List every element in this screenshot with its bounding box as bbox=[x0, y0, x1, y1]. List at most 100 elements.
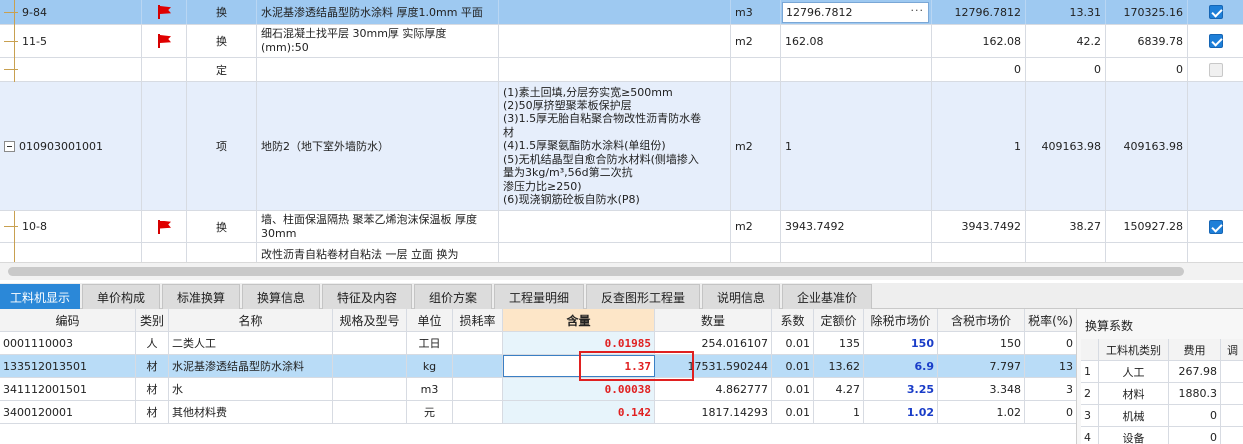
red-flag-icon bbox=[156, 34, 172, 48]
res-content-input[interactable]: 1.37 bbox=[503, 355, 655, 377]
row-feature[interactable]: (1)素土回填,分层夯实宽≥500mm (2)50厚挤塑聚苯板保护层 (3)1.… bbox=[499, 82, 731, 210]
row-checkbox[interactable] bbox=[1208, 34, 1223, 48]
coefficient-header: 工料机类别 费用 调 bbox=[1081, 339, 1243, 361]
row-checkbox[interactable] bbox=[1208, 219, 1223, 234]
res-in-tax-price: 150 bbox=[938, 332, 1025, 354]
col-code[interactable]: 编码 bbox=[0, 309, 136, 331]
col-in-tax-price[interactable]: 含税市场价 bbox=[938, 309, 1025, 331]
res-ex-tax-price[interactable]: 3.25 bbox=[864, 378, 938, 400]
col-category[interactable]: 类别 bbox=[136, 309, 169, 331]
res-quota-price: 13.62 bbox=[814, 355, 864, 377]
row-code: 10-8 bbox=[22, 220, 47, 233]
resource-row[interactable]: 0001110003 人 二类人工 工日 0.01985 254.016107 … bbox=[0, 332, 1076, 355]
row-checkbox[interactable] bbox=[1208, 5, 1223, 19]
row-name[interactable] bbox=[257, 58, 499, 81]
row-qty: 0 bbox=[932, 58, 1026, 81]
tab-conversion-info[interactable]: 换算信息 bbox=[242, 284, 320, 309]
tab-standard-conversion[interactable]: 标准换算 bbox=[162, 284, 240, 309]
tab-labor-material-machine[interactable]: 工料机显示 bbox=[0, 284, 80, 309]
grid-row-partial[interactable]: 改性沥青自粘卷材自粘法 一层 立面 换为 bbox=[0, 243, 1243, 262]
resource-row[interactable]: 341112001501 材 水 m3 0.00038 4.862777 0.0… bbox=[0, 378, 1076, 401]
row-qty-expr[interactable]: 1 bbox=[781, 82, 932, 210]
col-resource-type: 工料机类别 bbox=[1099, 339, 1169, 360]
row-feature[interactable] bbox=[499, 211, 731, 242]
col-quantity[interactable]: 数量 bbox=[655, 309, 772, 331]
resource-row[interactable]: 3400120001 材 其他材料费 元 0.142 1817.14293 0.… bbox=[0, 401, 1076, 424]
res-loss[interactable] bbox=[453, 401, 503, 423]
res-spec[interactable] bbox=[333, 355, 407, 377]
row-checkbox[interactable] bbox=[1208, 62, 1223, 77]
row-code: 010903001001 bbox=[19, 139, 103, 153]
grid-row-010903001001[interactable]: 010903001001 项 地防2（地下室外墙防水） (1)素土回填,分层夯实… bbox=[0, 82, 1243, 211]
res-spec[interactable] bbox=[333, 401, 407, 423]
col-tax-rate[interactable]: 税率(%) bbox=[1025, 309, 1076, 331]
horizontal-scrollbar[interactable] bbox=[0, 262, 1243, 280]
res-name: 水 bbox=[169, 378, 333, 400]
res-loss[interactable] bbox=[453, 355, 503, 377]
res-ex-tax-price[interactable]: 1.02 bbox=[864, 401, 938, 423]
res-tax-rate: 0 bbox=[1066, 405, 1073, 419]
coefficient-row[interactable]: 1 人工 267.98 bbox=[1081, 361, 1243, 383]
res-quota-price: 1 bbox=[814, 401, 864, 423]
col-coefficient[interactable]: 系数 bbox=[772, 309, 814, 331]
quantity-expression-input[interactable]: 12796.7812 ··· bbox=[782, 2, 929, 23]
row-name[interactable]: 水泥基渗透结晶型防水涂料 厚度1.0mm 平面 bbox=[257, 0, 499, 24]
col-unit[interactable]: 单位 bbox=[407, 309, 453, 331]
row-total: 170325.16 bbox=[1106, 0, 1188, 24]
tab-unit-price-composition[interactable]: 单价构成 bbox=[82, 284, 160, 309]
row-unit: m2 bbox=[731, 82, 781, 210]
res-unit: kg bbox=[407, 355, 453, 377]
res-loss[interactable] bbox=[453, 378, 503, 400]
res-ex-tax-price[interactable]: 6.9 bbox=[864, 355, 938, 377]
row-qty-expr[interactable]: 162.08 bbox=[781, 25, 932, 57]
res-spec[interactable] bbox=[333, 332, 407, 354]
res-ex-tax-price[interactable]: 150 bbox=[864, 332, 938, 354]
res-loss[interactable] bbox=[453, 332, 503, 354]
row-name[interactable]: 细石混凝土找平层 30mm厚 实际厚度(mm):50 bbox=[257, 25, 499, 57]
tab-quantity-detail[interactable]: 工程量明细 bbox=[494, 284, 584, 309]
grid-row-9-84[interactable]: 9-84 换 水泥基渗透结晶型防水涂料 厚度1.0mm 平面 m3 12796.… bbox=[0, 0, 1243, 25]
col-content[interactable]: 含量 bbox=[503, 309, 655, 331]
feature-line: 渗压力比≥250) bbox=[503, 179, 582, 193]
col-name[interactable]: 名称 bbox=[169, 309, 333, 331]
res-unit: 工日 bbox=[407, 332, 453, 354]
row-feature[interactable] bbox=[499, 25, 731, 57]
col-loss-rate[interactable]: 损耗率 bbox=[453, 309, 503, 331]
tab-features-content[interactable]: 特征及内容 bbox=[322, 284, 412, 309]
col-ex-tax-price[interactable]: 除税市场价 bbox=[864, 309, 938, 331]
row-name[interactable]: 地防2（地下室外墙防水） bbox=[257, 82, 499, 210]
row-qty: 12796.7812 bbox=[932, 0, 1026, 24]
grid-row-empty[interactable]: 定 0 0 0 bbox=[0, 58, 1243, 82]
grid-row-10-8[interactable]: 10-8 换 墙、柱面保温隔热 聚苯乙烯泡沫保温板 厚度30mm m2 3943… bbox=[0, 211, 1243, 243]
scrollbar-thumb[interactable] bbox=[8, 267, 1184, 276]
conversion-coefficient-panel: 换算系数 工料机类别 费用 调 1 人工 267.98 2 材料 1880.3 … bbox=[1076, 309, 1243, 444]
row-qty-expr[interactable]: 3943.7492 bbox=[781, 211, 932, 242]
res-content[interactable]: 0.142 bbox=[503, 401, 655, 423]
res-spec[interactable] bbox=[333, 378, 407, 400]
row-name[interactable]: 改性沥青自粘卷材自粘法 一层 立面 换为 bbox=[257, 243, 499, 262]
tab-reverse-graphic-quantity[interactable]: 反查图形工程量 bbox=[586, 284, 700, 309]
row-name[interactable]: 墙、柱面保温隔热 聚苯乙烯泡沫保温板 厚度30mm bbox=[257, 211, 499, 242]
tab-pricing-scheme[interactable]: 组价方案 bbox=[414, 284, 492, 309]
coefficient-row[interactable]: 3 机械 0 bbox=[1081, 405, 1243, 427]
red-flag-icon bbox=[156, 219, 172, 234]
row-feature[interactable] bbox=[499, 58, 731, 81]
col-quota-price[interactable]: 定额价 bbox=[814, 309, 864, 331]
res-content[interactable]: 0.01985 bbox=[503, 332, 655, 354]
coefficient-row[interactable]: 2 材料 1880.3 bbox=[1081, 383, 1243, 405]
row-type: 换 bbox=[187, 25, 257, 57]
res-tax-rate: 13 bbox=[1059, 359, 1073, 373]
tab-enterprise-base-price[interactable]: 企业基准价 bbox=[782, 284, 872, 309]
resource-row-selected[interactable]: 133512013501 材 水泥基渗透结晶型防水涂料 kg 1.37 1753… bbox=[0, 355, 1076, 378]
row-type: 项 bbox=[187, 82, 257, 210]
row-feature[interactable] bbox=[499, 0, 731, 24]
grid-row-11-5[interactable]: 11-5 换 细石混凝土找平层 30mm厚 实际厚度(mm):50 m2 162… bbox=[0, 25, 1243, 58]
tab-description[interactable]: 说明信息 bbox=[702, 284, 780, 309]
col-spec[interactable]: 规格及型号 bbox=[333, 309, 407, 331]
res-in-tax-price: 1.02 bbox=[938, 401, 1025, 423]
feature-line: (1)素土回填,分层夯实宽≥500mm bbox=[503, 85, 673, 99]
res-content[interactable]: 0.00038 bbox=[503, 378, 655, 400]
coefficient-row[interactable]: 4 设备 0 bbox=[1081, 427, 1243, 444]
ellipsis-button[interactable]: ··· bbox=[911, 4, 925, 17]
collapse-toggle-icon[interactable] bbox=[4, 140, 15, 152]
